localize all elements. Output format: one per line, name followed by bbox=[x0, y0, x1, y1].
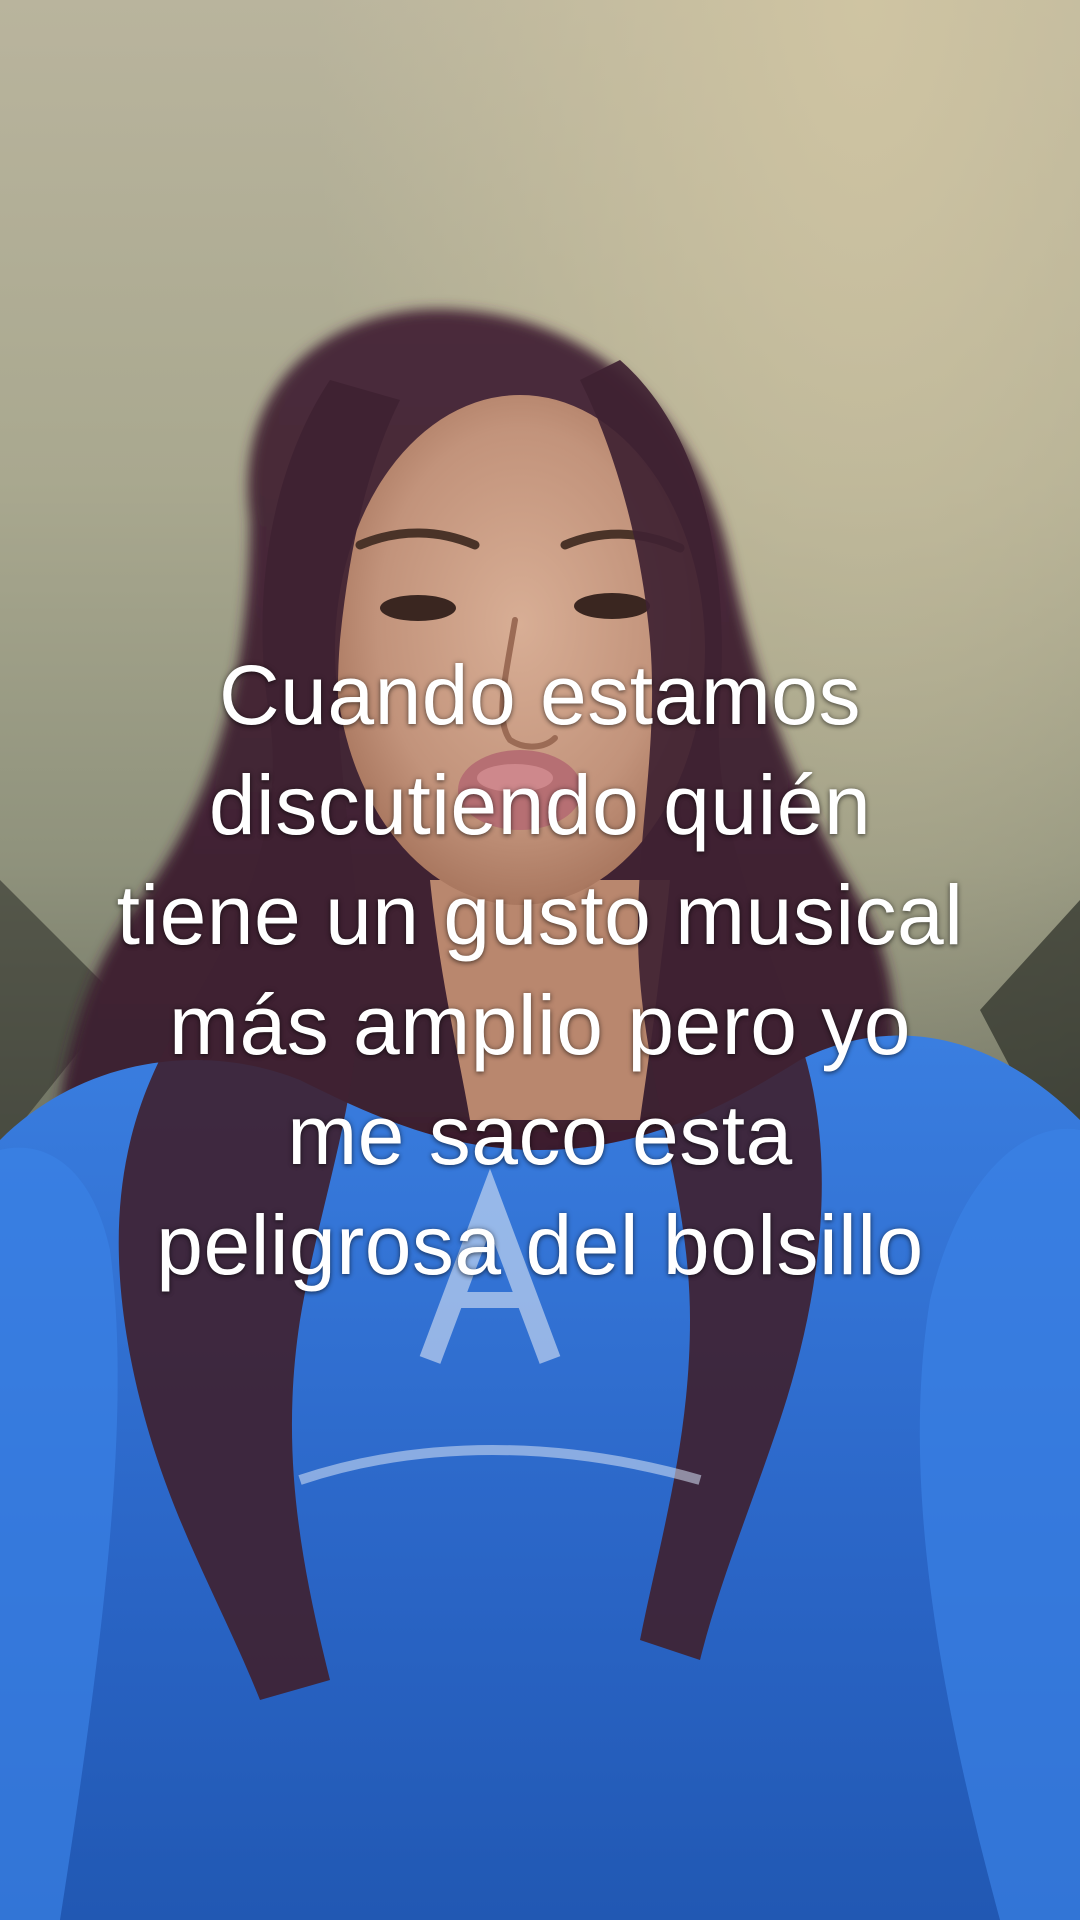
caption-line-6: peligrosa del bolsillo bbox=[156, 1198, 924, 1292]
caption-line-2: discutiendo quién bbox=[208, 758, 872, 852]
caption-line-5: me saco esta bbox=[287, 1088, 793, 1182]
video-caption: Cuando estamos discutiendo quién tiene u… bbox=[40, 640, 1040, 1300]
left-eye bbox=[380, 595, 456, 621]
caption-line-1: Cuando estamos bbox=[218, 648, 862, 742]
caption-line-3: tiene un gusto musical bbox=[116, 868, 964, 962]
right-eye bbox=[574, 593, 650, 619]
caption-line-4: más amplio pero yo bbox=[169, 978, 911, 1072]
video-frame: Cuando estamos discutiendo quién tiene u… bbox=[0, 0, 1080, 1920]
